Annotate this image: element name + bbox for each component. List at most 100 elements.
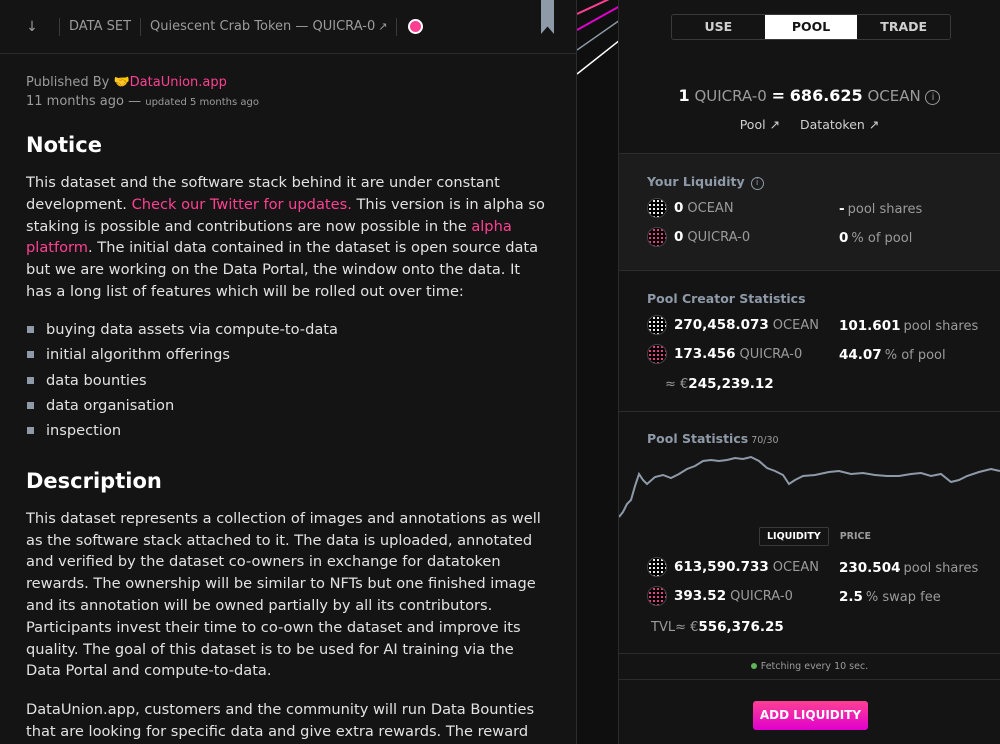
token-avatar-icon bbox=[408, 19, 424, 34]
list-item: inspection bbox=[26, 418, 546, 443]
datatoken-icon bbox=[647, 586, 667, 606]
label: % of pool bbox=[851, 231, 913, 246]
pool-statistics-section: Pool Statistics 70/30 LIQUIDITY PRICE 613… bbox=[619, 411, 1000, 653]
token-amount-datatoken: 393.52 QUICRA-0 bbox=[647, 586, 793, 606]
token-label: QUICRA-0 bbox=[739, 346, 803, 362]
description-paragraph: DataUnion.app, customers and the communi… bbox=[26, 701, 535, 740]
publisher-meta: Published By 🤝DataUnion.app 11 months ag… bbox=[26, 73, 259, 112]
tab-liquidity[interactable]: LIQUIDITY bbox=[759, 527, 829, 546]
decorative-strip bbox=[576, 0, 619, 744]
pool-link[interactable]: Pool ↗ bbox=[740, 117, 780, 132]
token-amount-ocean: 270,458.073 OCEAN bbox=[647, 315, 819, 335]
weight-ratio: 70/30 bbox=[751, 435, 779, 446]
amount: 0 bbox=[674, 229, 684, 245]
pool-shares-stat: 101.601 pool shares bbox=[839, 318, 978, 334]
token-price: 1 QUICRA-0 = 686.625 OCEAN i bbox=[619, 86, 1000, 105]
list-item: initial algorithm offerings bbox=[26, 342, 546, 367]
price-value: 686.625 bbox=[789, 86, 863, 105]
price-equals: = bbox=[771, 86, 786, 105]
tab-use[interactable]: USE bbox=[672, 15, 765, 39]
status-dot-icon bbox=[750, 663, 757, 669]
asset-title: Quiescent Crab Token — QUICRA-0 bbox=[150, 19, 376, 34]
divider bbox=[396, 17, 398, 36]
label: pool shares bbox=[903, 561, 979, 576]
value: 2.5 bbox=[839, 589, 863, 605]
token-amount-ocean: 0 OCEAN bbox=[647, 198, 734, 218]
feature-list: buying data assets via compute-to-data i… bbox=[26, 317, 546, 444]
twitter-link[interactable]: Check our Twitter for updates. bbox=[132, 196, 352, 213]
token-amount-ocean: 613,590.733 OCEAN bbox=[647, 557, 819, 577]
label: pool shares bbox=[903, 319, 979, 334]
tab-trade[interactable]: TRADE bbox=[857, 15, 950, 39]
value: 230.504 bbox=[839, 560, 901, 576]
price-token: QUICRA-0 bbox=[694, 87, 767, 105]
ocean-token-icon bbox=[647, 557, 667, 577]
pool-percent-stat: 0% of pool bbox=[839, 230, 912, 246]
token-label: OCEAN bbox=[687, 200, 734, 216]
divider bbox=[140, 17, 142, 36]
asset-description: Notice This dataset and the software sta… bbox=[26, 130, 546, 744]
euro-value: ≈ €245,239.12 bbox=[665, 376, 774, 392]
amount: 613,590.733 bbox=[674, 559, 769, 575]
asset-title-link[interactable]: Quiescent Crab Token — QUICRA-0 ↗ bbox=[150, 19, 387, 34]
tab-pool[interactable]: POOL bbox=[764, 15, 858, 39]
fetch-status-text: Fetching every 10 sec. bbox=[619, 661, 1000, 672]
pool-shares-stat: - pool shares bbox=[839, 201, 922, 217]
section-title: Your Liquidity bbox=[647, 174, 745, 189]
datatoken-icon bbox=[647, 344, 667, 364]
ocean-token-icon bbox=[647, 198, 667, 218]
pool-stats-title: Pool Statistics 70/30 bbox=[647, 431, 779, 446]
swap-fee-stat: 2.5% swap fee bbox=[839, 589, 941, 605]
publisher-link[interactable]: DataUnion.app bbox=[130, 75, 227, 90]
description-heading: Description bbox=[26, 468, 162, 493]
arrow-down-icon[interactable]: ↓ bbox=[24, 19, 40, 35]
published-by-label: Published By bbox=[26, 75, 110, 90]
liquidity-chart[interactable] bbox=[619, 452, 1000, 532]
section-title: Pool Creator Statistics bbox=[647, 291, 806, 306]
add-liquidity-button[interactable]: ADD LIQUIDITY bbox=[753, 701, 868, 730]
tvl-label: TVL bbox=[651, 620, 676, 635]
asset-type-label: DATA SET bbox=[69, 19, 132, 34]
amount: 0 bbox=[674, 200, 684, 216]
label: pool shares bbox=[847, 202, 923, 217]
notice-heading: Notice bbox=[26, 133, 102, 157]
value: 245,239.12 bbox=[688, 376, 774, 392]
value: 44.07 bbox=[839, 347, 882, 363]
description-paragraph: This dataset represents a collection of … bbox=[26, 509, 541, 680]
token-amount-datatoken: 0 QUICRA-0 bbox=[647, 227, 750, 247]
label: % swap fee bbox=[865, 590, 941, 605]
section-title: Pool Statistics bbox=[647, 431, 749, 446]
external-link-icon: ↗ bbox=[378, 20, 388, 33]
price-amount: 1 bbox=[678, 86, 690, 105]
datatoken-link[interactable]: Datatoken ↗ bbox=[800, 117, 879, 132]
fetch-status: Fetching every 10 sec. bbox=[619, 653, 1000, 679]
ocean-token-icon bbox=[647, 315, 667, 335]
info-icon[interactable]: i bbox=[925, 90, 941, 105]
amount: 393.52 bbox=[674, 588, 727, 604]
action-tabs: USE POOL TRADE bbox=[671, 14, 951, 40]
token-label: QUICRA-0 bbox=[687, 229, 751, 245]
label: % of pool bbox=[884, 348, 946, 363]
datatoken-icon bbox=[647, 227, 667, 247]
value: 101.601 bbox=[839, 318, 901, 334]
amount: 173.456 bbox=[674, 346, 736, 362]
notice-text: . The initial data contained in the data… bbox=[26, 239, 539, 300]
asset-header-bar: ↓ DATA SET Quiescent Crab Token — QUICRA… bbox=[0, 0, 576, 54]
notice-paragraph: This dataset and the software stack behi… bbox=[26, 172, 546, 303]
fetch-label: Fetching every 10 sec. bbox=[760, 661, 869, 672]
handshake-icon: 🤝 bbox=[113, 75, 130, 90]
prefix: ≈ € bbox=[665, 377, 689, 392]
pool-creator-section: Pool Creator Statistics 270,458.073 OCEAN… bbox=[619, 270, 1000, 411]
chart-tabs: LIQUIDITY PRICE bbox=[759, 527, 882, 546]
pool-shares-stat: 230.504 pool shares bbox=[839, 560, 978, 576]
asset-content-panel: ↓ DATA SET Quiescent Crab Token — QUICRA… bbox=[0, 0, 576, 744]
info-icon[interactable]: i bbox=[750, 177, 764, 190]
updated-date: updated 5 months ago bbox=[145, 97, 259, 108]
tab-price[interactable]: PRICE bbox=[832, 527, 879, 546]
divider bbox=[59, 17, 60, 36]
list-item: data bounties bbox=[26, 368, 546, 393]
pool-percent-stat: 44.07% of pool bbox=[839, 347, 946, 363]
value: 0 bbox=[839, 230, 849, 246]
updated-separator: — bbox=[128, 94, 142, 109]
price-base: OCEAN bbox=[867, 87, 921, 105]
